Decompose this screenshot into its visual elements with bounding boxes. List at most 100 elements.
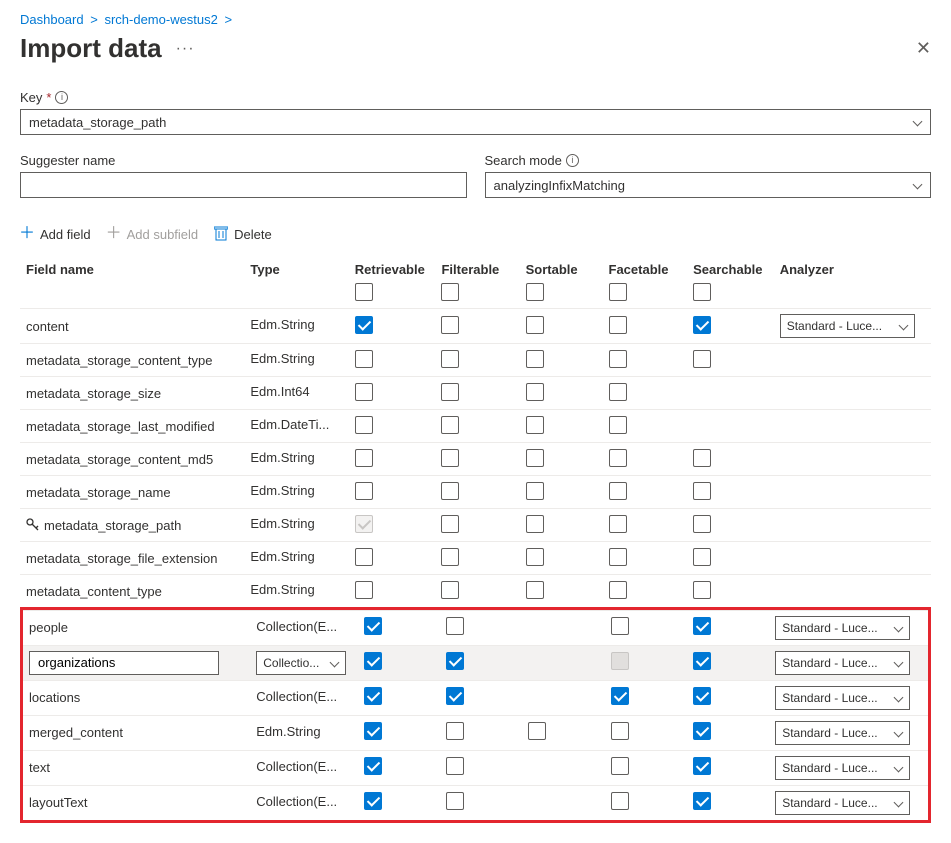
- retrievable-checkbox[interactable]: [355, 581, 373, 599]
- search-mode-select[interactable]: analyzingInfixMatching: [485, 172, 932, 198]
- facetable-checkbox[interactable]: [609, 449, 627, 467]
- retrievable-checkbox[interactable]: [355, 383, 373, 401]
- sortable-checkbox[interactable]: [526, 548, 544, 566]
- retrievable-checkbox[interactable]: [355, 482, 373, 500]
- key-select[interactable]: metadata_storage_path: [20, 109, 931, 135]
- filterable-checkbox[interactable]: [441, 383, 459, 401]
- retrievable-checkbox[interactable]: [364, 722, 382, 740]
- analyzer-select[interactable]: Standard - Luce...: [775, 616, 910, 640]
- searchable-checkbox[interactable]: [693, 757, 711, 775]
- searchable-checkbox[interactable]: [693, 722, 711, 740]
- analyzer-select[interactable]: Standard - Luce...: [775, 756, 910, 780]
- sortable-checkbox[interactable]: [526, 515, 544, 533]
- filterable-checkbox[interactable]: [446, 757, 464, 775]
- searchable-checkbox[interactable]: [693, 652, 711, 670]
- retrievable-checkbox[interactable]: [364, 687, 382, 705]
- sortable-checkbox[interactable]: [526, 581, 544, 599]
- retrievable-checkbox[interactable]: [364, 792, 382, 810]
- sortable-checkbox[interactable]: [528, 722, 546, 740]
- facetable-checkbox[interactable]: [611, 652, 629, 670]
- filterable-checkbox[interactable]: [446, 687, 464, 705]
- table-row[interactable]: locationsCollection(E...Standard - Luce.…: [23, 680, 928, 715]
- retrievable-checkbox[interactable]: [364, 652, 382, 670]
- searchable-all-checkbox[interactable]: [693, 283, 711, 301]
- analyzer-select[interactable]: Standard - Luce...: [775, 791, 910, 815]
- searchable-checkbox[interactable]: [693, 687, 711, 705]
- close-icon[interactable]: ✕: [916, 38, 931, 59]
- facetable-checkbox[interactable]: [611, 617, 629, 635]
- filterable-checkbox[interactable]: [441, 581, 459, 599]
- info-icon[interactable]: i: [55, 91, 68, 104]
- facetable-checkbox[interactable]: [609, 350, 627, 368]
- searchable-checkbox[interactable]: [693, 792, 711, 810]
- retrievable-checkbox[interactable]: [355, 449, 373, 467]
- facetable-checkbox[interactable]: [609, 316, 627, 334]
- table-row[interactable]: Collectio... Standard - Luce...: [23, 645, 928, 680]
- table-row[interactable]: metadata_storage_last_modifiedEdm.DateTi…: [20, 410, 931, 443]
- filterable-checkbox[interactable]: [446, 792, 464, 810]
- facetable-checkbox[interactable]: [609, 482, 627, 500]
- filterable-checkbox[interactable]: [441, 316, 459, 334]
- retrievable-checkbox[interactable]: [364, 757, 382, 775]
- breadcrumb-link-resource[interactable]: srch-demo-westus2: [104, 12, 217, 27]
- table-row[interactable]: textCollection(E...Standard - Luce...: [23, 750, 928, 785]
- facetable-checkbox[interactable]: [611, 757, 629, 775]
- filterable-checkbox[interactable]: [446, 722, 464, 740]
- analyzer-select[interactable]: Standard - Luce...: [775, 651, 910, 675]
- facetable-checkbox[interactable]: [611, 687, 629, 705]
- filterable-checkbox[interactable]: [441, 482, 459, 500]
- delete-button[interactable]: Delete: [214, 226, 272, 242]
- info-icon[interactable]: i: [566, 154, 579, 167]
- type-select[interactable]: Collectio...: [256, 651, 346, 675]
- searchable-checkbox[interactable]: [693, 350, 711, 368]
- table-row[interactable]: metadata_storage_pathEdm.String: [20, 509, 931, 542]
- filterable-checkbox[interactable]: [441, 548, 459, 566]
- analyzer-select[interactable]: Standard - Luce...: [780, 314, 915, 338]
- breadcrumb-link-dashboard[interactable]: Dashboard: [20, 12, 84, 27]
- searchable-checkbox[interactable]: [693, 482, 711, 500]
- suggester-input[interactable]: [20, 172, 467, 198]
- facetable-all-checkbox[interactable]: [609, 283, 627, 301]
- facetable-checkbox[interactable]: [609, 416, 627, 434]
- sortable-checkbox[interactable]: [526, 383, 544, 401]
- table-row[interactable]: peopleCollection(E...Standard - Luce...: [23, 610, 928, 645]
- sortable-checkbox[interactable]: [526, 449, 544, 467]
- add-field-button[interactable]: ＋ Add field: [20, 227, 91, 242]
- retrievable-checkbox[interactable]: [355, 416, 373, 434]
- searchable-checkbox[interactable]: [693, 449, 711, 467]
- sortable-checkbox[interactable]: [526, 350, 544, 368]
- sortable-checkbox[interactable]: [526, 316, 544, 334]
- table-row[interactable]: metadata_storage_nameEdm.String: [20, 476, 931, 509]
- filterable-checkbox[interactable]: [441, 515, 459, 533]
- sortable-checkbox[interactable]: [526, 482, 544, 500]
- table-row[interactable]: metadata_content_typeEdm.String: [20, 575, 931, 608]
- searchable-checkbox[interactable]: [693, 515, 711, 533]
- filterable-checkbox[interactable]: [441, 449, 459, 467]
- table-row[interactable]: metadata_storage_content_typeEdm.String: [20, 344, 931, 377]
- searchable-checkbox[interactable]: [693, 316, 711, 334]
- facetable-checkbox[interactable]: [609, 581, 627, 599]
- table-row[interactable]: metadata_storage_content_md5Edm.String: [20, 443, 931, 476]
- filterable-all-checkbox[interactable]: [441, 283, 459, 301]
- searchable-checkbox[interactable]: [693, 617, 711, 635]
- table-row[interactable]: metadata_storage_file_extensionEdm.Strin…: [20, 542, 931, 575]
- facetable-checkbox[interactable]: [611, 792, 629, 810]
- filterable-checkbox[interactable]: [441, 416, 459, 434]
- table-row[interactable]: layoutTextCollection(E...Standard - Luce…: [23, 785, 928, 820]
- retrievable-checkbox[interactable]: [364, 617, 382, 635]
- retrievable-checkbox[interactable]: [355, 548, 373, 566]
- table-row[interactable]: merged_contentEdm.StringStandard - Luce.…: [23, 715, 928, 750]
- sortable-all-checkbox[interactable]: [526, 283, 544, 301]
- more-icon[interactable]: ···: [176, 40, 195, 58]
- filterable-checkbox[interactable]: [441, 350, 459, 368]
- retrievable-all-checkbox[interactable]: [355, 283, 373, 301]
- facetable-checkbox[interactable]: [609, 548, 627, 566]
- searchable-checkbox[interactable]: [693, 548, 711, 566]
- analyzer-select[interactable]: Standard - Luce...: [775, 686, 910, 710]
- filterable-checkbox[interactable]: [446, 652, 464, 670]
- field-name-input[interactable]: [29, 651, 219, 675]
- analyzer-select[interactable]: Standard - Luce...: [775, 721, 910, 745]
- retrievable-checkbox[interactable]: [355, 316, 373, 334]
- facetable-checkbox[interactable]: [611, 722, 629, 740]
- facetable-checkbox[interactable]: [609, 383, 627, 401]
